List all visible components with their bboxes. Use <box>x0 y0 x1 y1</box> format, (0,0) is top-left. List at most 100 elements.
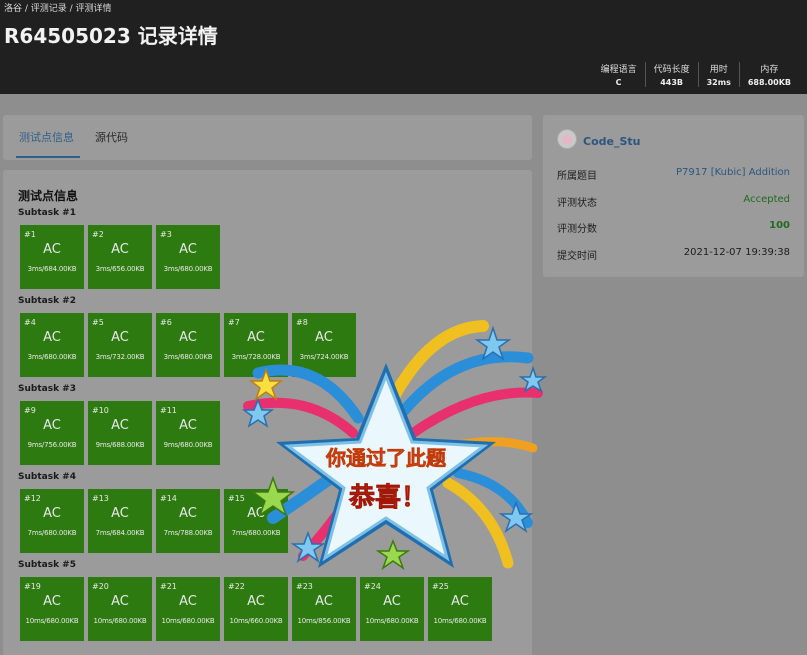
subtask-label: Subtask #1 <box>18 208 76 218</box>
testcase-resource: 10ms/856.00KB <box>297 617 351 625</box>
username-link[interactable]: Code_Stu <box>583 135 640 148</box>
testcase-box[interactable]: #13 AC 7ms/684.00KB <box>88 489 152 553</box>
testcase-id: #5 <box>92 318 104 327</box>
stat-language: 编程语言 C <box>593 62 645 87</box>
testcase-box[interactable]: #19 AC 10ms/680.00KB <box>20 577 84 641</box>
testcase-resource: 10ms/680.00KB <box>161 617 215 625</box>
testcase-id: #11 <box>160 406 177 415</box>
info-label: 提交时间 <box>557 251 597 262</box>
record-stats: 编程语言 C 代码长度 443B 用时 32ms 内存 688.00KB <box>593 62 799 87</box>
testcase-id: #21 <box>160 582 177 591</box>
testcase-id: #3 <box>160 230 172 239</box>
testcase-status: AC <box>43 506 61 521</box>
testcase-id: #23 <box>296 582 313 591</box>
testcase-resource: 9ms/688.00KB <box>95 441 145 449</box>
testcase-resource: 10ms/680.00KB <box>93 617 147 625</box>
testcase-resource: 10ms/680.00KB <box>365 617 419 625</box>
stat-label: 编程语言 <box>600 65 637 75</box>
testcase-status: AC <box>111 330 129 345</box>
testcase-box[interactable]: #23 AC 10ms/856.00KB <box>292 577 356 641</box>
stat-value: 443B <box>660 78 683 87</box>
tab-testcases[interactable]: 测试点信息 <box>19 129 74 145</box>
testcase-box[interactable]: #21 AC 10ms/680.00KB <box>156 577 220 641</box>
subtask-label: Subtask #5 <box>18 560 76 570</box>
stat-label: 内存 <box>760 65 779 75</box>
testcase-resource: 3ms/732.00KB <box>95 353 145 361</box>
testcase-id: #9 <box>24 406 36 415</box>
testcase-box[interactable]: #22 AC 10ms/660.00KB <box>224 577 288 641</box>
subtask-label: Subtask #3 <box>18 384 76 394</box>
subtask-label: Subtask #2 <box>18 296 76 306</box>
tab-source-code[interactable]: 源代码 <box>95 129 128 145</box>
avatar[interactable] <box>557 129 577 149</box>
testcase-resource: 10ms/680.00KB <box>433 617 487 625</box>
testcase-status: AC <box>179 330 197 345</box>
problem-link[interactable]: P7917 [Kubic] Addition <box>676 167 790 178</box>
testcase-status: AC <box>111 418 129 433</box>
testcase-resource: 7ms/788.00KB <box>163 529 213 537</box>
stat-label: 代码长度 <box>653 65 690 75</box>
testcase-resource: 7ms/680.00KB <box>27 529 77 537</box>
testcase-status: AC <box>247 594 265 609</box>
testcase-id: #25 <box>432 582 449 591</box>
stat-code-length: 代码长度 443B <box>644 62 698 87</box>
testcase-box[interactable]: #9 AC 9ms/756.00KB <box>20 401 84 465</box>
status-value: Accepted <box>743 194 790 205</box>
testcase-box[interactable]: #11 AC 9ms/680.00KB <box>156 401 220 465</box>
testcase-status: AC <box>451 594 469 609</box>
testcase-resource: 10ms/680.00KB <box>25 617 79 625</box>
testcase-box[interactable]: #4 AC 3ms/680.00KB <box>20 313 84 377</box>
testcase-box[interactable]: #6 AC 3ms/680.00KB <box>156 313 220 377</box>
page-title: R64505023 记录详情 <box>4 24 218 48</box>
testcase-status: AC <box>111 594 129 609</box>
testcase-status: AC <box>179 242 197 257</box>
testcase-box[interactable]: #3 AC 3ms/680.00KB <box>156 225 220 289</box>
tab-bar: 测试点信息 源代码 <box>3 115 532 160</box>
top-header: 洛谷 / 评测记录 / 评测详情 R64505023 记录详情 编程语言 C 代… <box>0 0 807 94</box>
testcase-id: #10 <box>92 406 109 415</box>
score-value: 100 <box>769 220 790 231</box>
info-label: 评测分数 <box>557 224 597 235</box>
testcase-box[interactable]: #25 AC 10ms/680.00KB <box>428 577 492 641</box>
active-tab-indicator <box>16 156 80 158</box>
testcase-box[interactable]: #2 AC 3ms/656.00KB <box>88 225 152 289</box>
testcase-id: #1 <box>24 230 36 239</box>
testcase-id: #13 <box>92 494 109 503</box>
testcase-id: #20 <box>92 582 109 591</box>
stat-value: 688.00KB <box>747 78 791 87</box>
testcase-id: #22 <box>228 582 245 591</box>
testcase-resource: 3ms/680.00KB <box>163 353 213 361</box>
testcase-id: #2 <box>92 230 104 239</box>
info-row-score: 评测分数 100 <box>557 220 790 235</box>
stat-time: 用时 32ms <box>697 62 739 87</box>
stat-value: 32ms <box>706 78 731 87</box>
testcase-id: #6 <box>160 318 172 327</box>
testcase-resource: 3ms/680.00KB <box>27 353 77 361</box>
stat-memory: 内存 688.00KB <box>738 62 799 87</box>
testcase-resource: 9ms/680.00KB <box>163 441 213 449</box>
testcase-box[interactable]: #20 AC 10ms/680.00KB <box>88 577 152 641</box>
testcase-resource: 9ms/756.00KB <box>27 441 77 449</box>
testcase-id: #14 <box>160 494 177 503</box>
breadcrumb[interactable]: 洛谷 / 评测记录 / 评测详情 <box>4 1 112 14</box>
testcase-status: AC <box>111 506 129 521</box>
testcase-status: AC <box>43 330 61 345</box>
testcase-box[interactable]: #12 AC 7ms/680.00KB <box>20 489 84 553</box>
stat-value: C <box>615 78 622 87</box>
testcase-status: AC <box>43 242 61 257</box>
testcase-box[interactable]: #14 AC 7ms/788.00KB <box>156 489 220 553</box>
testcase-status: AC <box>179 506 197 521</box>
testcase-status: AC <box>179 418 197 433</box>
testcase-status: AC <box>43 594 61 609</box>
section-title: 测试点信息 <box>18 189 79 203</box>
testcase-id: #4 <box>24 318 36 327</box>
testcase-status: AC <box>383 594 401 609</box>
testcase-box[interactable]: #24 AC 10ms/680.00KB <box>360 577 424 641</box>
info-row-submit-time: 提交时间 2021-12-07 19:39:38 <box>557 247 790 262</box>
record-info-panel: Code_Stu 所属题目 P7917 [Kubic] Addition 评测状… <box>543 115 804 277</box>
submit-time-value: 2021-12-07 19:39:38 <box>683 247 790 258</box>
testcase-box[interactable]: #1 AC 3ms/684.00KB <box>20 225 84 289</box>
testcase-id: #12 <box>24 494 41 503</box>
testcase-box[interactable]: #5 AC 3ms/732.00KB <box>88 313 152 377</box>
testcase-box[interactable]: #10 AC 9ms/688.00KB <box>88 401 152 465</box>
